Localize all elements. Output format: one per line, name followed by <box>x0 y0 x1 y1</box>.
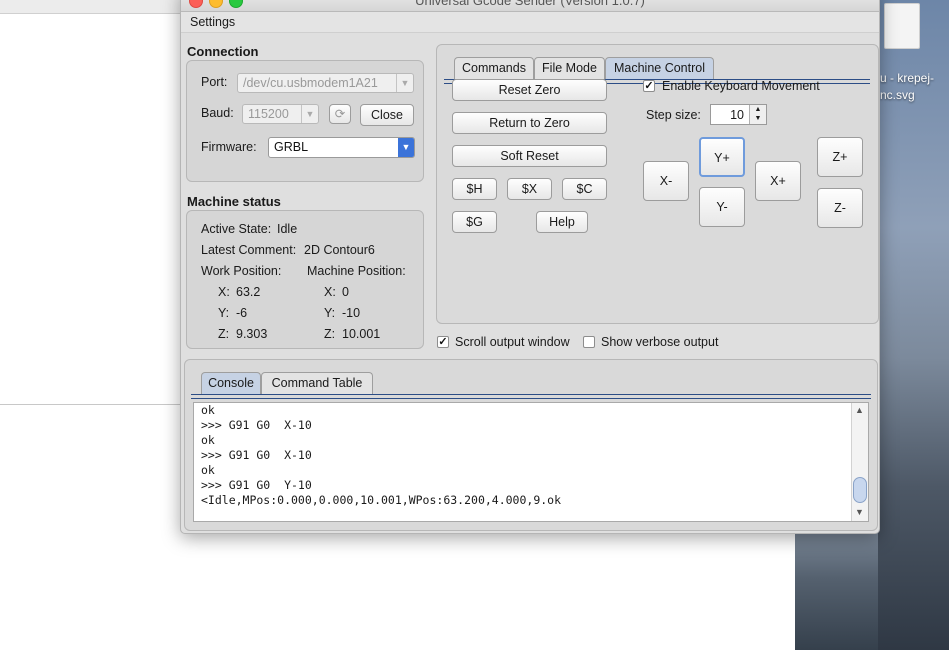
enable-keyboard-checkbox[interactable]: ✓ <box>643 80 655 92</box>
jog-z-plus-button[interactable]: Z+ <box>817 137 863 177</box>
jog-x-plus-button[interactable]: X+ <box>755 161 801 201</box>
machine-x-label: X: <box>324 285 336 299</box>
firmware-select[interactable]: GRBL ▼ <box>268 137 415 158</box>
work-y-value: -6 <box>236 306 248 320</box>
console-line: <Idle,MPos:0.000,0.000,10.001,WPos:63.20… <box>201 493 562 507</box>
tab-commands[interactable]: Commands <box>454 57 534 79</box>
spinner-down-icon[interactable]: ▼ <box>750 114 766 123</box>
work-y-label: Y: <box>218 306 230 320</box>
unlock-cmd-button[interactable]: $X <box>507 178 552 200</box>
desktop-wallpaper-lower <box>795 530 878 650</box>
reset-zero-button[interactable]: Reset Zero <box>452 79 607 101</box>
machine-z-label: Z: <box>324 327 336 341</box>
firmware-value: GRBL <box>274 140 309 154</box>
baud-select[interactable]: 115200 ▼ <box>242 104 319 124</box>
scroll-output-label: Scroll output window <box>455 335 570 349</box>
verbose-output-checkbox[interactable] <box>583 336 595 348</box>
return-to-zero-button[interactable]: Return to Zero <box>452 112 607 134</box>
menu-bar: Settings <box>181 12 879 33</box>
work-x-label: X: <box>218 285 230 299</box>
chevron-down-icon: ▼ <box>396 74 413 92</box>
console-line: ok <box>201 403 215 417</box>
baud-value: 115200 <box>248 107 289 121</box>
connection-panel: Port: /dev/cu.usbmodem1A21 ▼ Baud: 11520… <box>186 60 424 182</box>
console-line: ok <box>201 433 215 447</box>
machine-position-label: Machine Position: <box>307 264 406 278</box>
step-size-spinner[interactable]: 10 ▲ ▼ <box>710 104 767 125</box>
verbose-output-label: Show verbose output <box>601 335 719 349</box>
tab-console[interactable]: Console <box>201 372 261 394</box>
work-position-label: Work Position: <box>201 264 282 278</box>
desktop-icon-label: u - krepej- <box>880 71 935 85</box>
check-cmd-button[interactable]: $C <box>562 178 607 200</box>
tab-command-table[interactable]: Command Table <box>261 372 373 394</box>
main-window: Universal Gcode Sender (Version 1.0.7) S… <box>180 0 880 534</box>
jog-x-minus-button[interactable]: X- <box>643 161 689 201</box>
machine-y-value: -10 <box>342 306 361 320</box>
work-x-value: 63.2 <box>236 285 261 299</box>
title-bar[interactable]: Universal Gcode Sender (Version 1.0.7) <box>181 0 879 12</box>
work-z-label: Z: <box>218 327 230 341</box>
port-value: /dev/cu.usbmodem1A21 <box>243 76 378 90</box>
step-size-label: Step size: <box>646 108 701 122</box>
work-z-value: 9.303 <box>236 327 268 341</box>
chevron-down-icon: ▼ <box>301 105 318 123</box>
scroll-thumb[interactable] <box>853 477 867 503</box>
console-output[interactable]: ok >>> G91 G0 X-10 ok >>> G91 G0 X-10 ok… <box>193 402 869 522</box>
scroll-down-icon[interactable]: ▼ <box>855 507 864 517</box>
soft-reset-button[interactable]: Soft Reset <box>452 145 607 167</box>
jog-z-minus-button[interactable]: Z- <box>817 188 863 228</box>
tab-file-mode[interactable]: File Mode <box>534 57 605 79</box>
tab-machine-control[interactable]: Machine Control <box>605 57 714 79</box>
spinner-up-icon[interactable]: ▲ <box>750 105 766 114</box>
background-window <box>0 0 190 405</box>
port-label: Port: <box>201 75 228 89</box>
console-line: >>> G91 G0 X-10 <box>201 418 312 432</box>
latest-comment-value: 2D Contour6 <box>304 243 375 257</box>
scroll-output-checkbox[interactable]: ✓ <box>437 336 449 348</box>
machine-z-value: 10.001 <box>342 327 381 341</box>
machine-status-title: Machine status <box>187 194 281 209</box>
help-button[interactable]: Help <box>536 211 588 233</box>
firmware-label: Firmware: <box>201 140 257 154</box>
jog-y-minus-button[interactable]: Y- <box>699 187 745 227</box>
console-line: ok <box>201 463 215 477</box>
close-connection-button[interactable]: Close <box>360 104 414 126</box>
active-state-label: Active State: <box>201 222 272 236</box>
jog-y-plus-button[interactable]: Y+ <box>699 137 745 177</box>
home-cmd-button[interactable]: $H <box>452 178 497 200</box>
scroll-up-icon[interactable]: ▲ <box>855 405 864 415</box>
gcode-state-cmd-button[interactable]: $G <box>452 211 497 233</box>
window-title: Universal Gcode Sender (Version 1.0.7) <box>415 0 645 8</box>
console-tab-strip: Console Command Table <box>191 372 871 399</box>
console-tab-underline <box>191 394 871 399</box>
console-line: >>> G91 G0 X-10 <box>201 448 312 462</box>
desktop-icon-label-2: nc.svg <box>880 88 915 102</box>
machine-x-value: 0 <box>342 285 349 299</box>
machine-y-label: Y: <box>324 306 336 320</box>
chevron-down-icon: ▼ <box>398 138 414 157</box>
connection-title: Connection <box>187 44 259 59</box>
console-scrollbar[interactable]: ▲ ▼ <box>851 403 868 521</box>
control-tab-panel: Commands File Mode Machine Control Reset… <box>436 44 879 324</box>
baud-label: Baud: <box>201 106 234 120</box>
port-select[interactable]: /dev/cu.usbmodem1A21 ▼ <box>237 73 414 93</box>
active-state-value: Idle <box>277 222 298 236</box>
console-line: >>> G91 G0 Y-10 <box>201 478 312 492</box>
refresh-ports-button[interactable]: ⟳ <box>329 104 351 124</box>
machine-status-panel: Active State: Idle Latest Comment: 2D Co… <box>186 210 424 349</box>
refresh-icon: ⟳ <box>334 107 346 121</box>
latest-comment-label: Latest Comment: <box>201 243 297 257</box>
step-size-value: 10 <box>730 108 744 122</box>
menu-settings[interactable]: Settings <box>190 15 235 29</box>
enable-keyboard-label: Enable Keyboard Movement <box>662 79 820 93</box>
desktop-file-icon[interactable] <box>884 3 920 49</box>
